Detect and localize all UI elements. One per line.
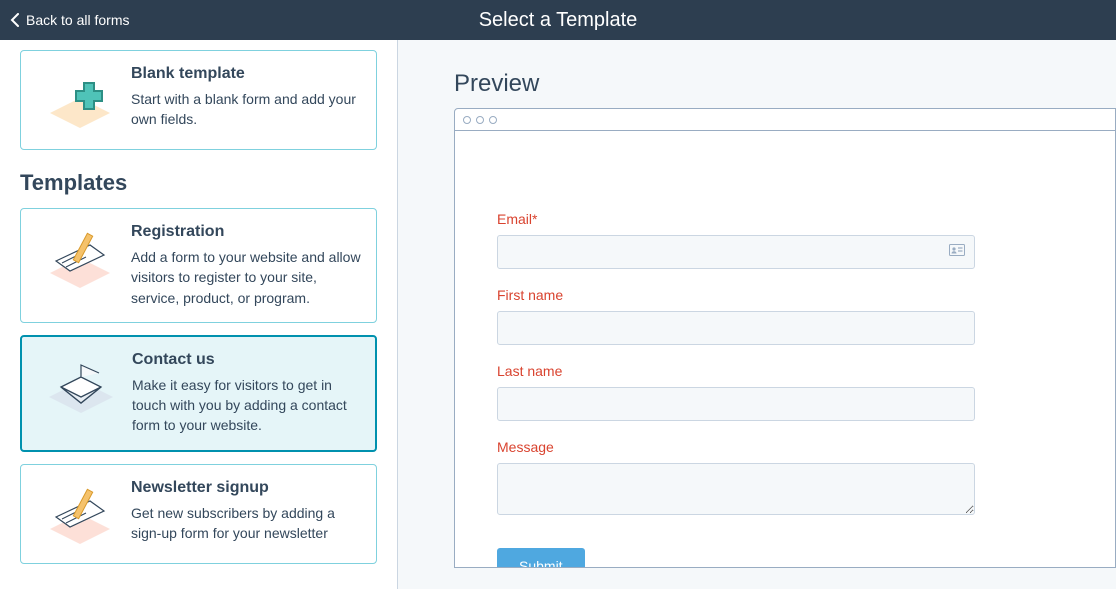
header-bar: Back to all forms Select a Template [0,0,1116,40]
contact-card-icon [949,243,965,261]
browser-window-controls [455,109,1115,131]
form-pencil-icon [35,479,125,549]
templates-heading: Templates [20,170,377,196]
card-title: Contact us [132,351,361,369]
message-label: Message [497,439,975,455]
field-first-name: First name [497,287,975,345]
message-textarea[interactable] [497,463,975,515]
last-name-input[interactable] [497,387,975,421]
email-label: Email* [497,211,975,227]
first-name-input[interactable] [497,311,975,345]
first-name-label: First name [497,287,975,303]
preview-panel: Preview Email* First n [398,40,1116,589]
card-desc: Get new subscribers by adding a sign-up … [131,503,362,544]
form-pencil-icon [35,223,125,293]
field-last-name: Last name [497,363,975,421]
form-preview: Email* First name Last name [455,131,1115,568]
window-dot-icon [476,116,484,124]
last-name-label: Last name [497,363,975,379]
preview-heading: Preview [454,70,1116,98]
template-card-contact-us[interactable]: Contact us Make it easy for visitors to … [20,335,377,452]
browser-frame: Email* First name Last name [454,108,1116,568]
card-desc: Make it easy for visitors to get in touc… [132,375,361,436]
template-card-blank[interactable]: Blank template Start with a blank form a… [20,50,377,150]
field-message: Message [497,439,975,520]
submit-button[interactable]: Submit [497,548,585,568]
window-dot-icon [489,116,497,124]
template-card-registration[interactable]: Registration Add a form to your website … [20,208,377,323]
template-sidebar: Blank template Start with a blank form a… [0,40,398,589]
window-dot-icon [463,116,471,124]
field-email: Email* [497,211,975,269]
back-to-forms-link[interactable]: Back to all forms [0,12,129,28]
envelope-icon [36,351,126,421]
card-desc: Start with a blank form and add your own… [131,89,362,130]
card-title: Registration [131,223,362,241]
template-card-newsletter[interactable]: Newsletter signup Get new subscribers by… [20,464,377,564]
email-input[interactable] [497,235,975,269]
card-title: Newsletter signup [131,479,362,497]
card-title: Blank template [131,65,362,83]
chevron-left-icon [10,13,20,27]
main-content: Blank template Start with a blank form a… [0,40,1116,589]
plus-icon [35,65,125,135]
page-title: Select a Template [479,9,638,32]
card-desc: Add a form to your website and allow vis… [131,247,362,308]
back-label: Back to all forms [26,12,129,28]
